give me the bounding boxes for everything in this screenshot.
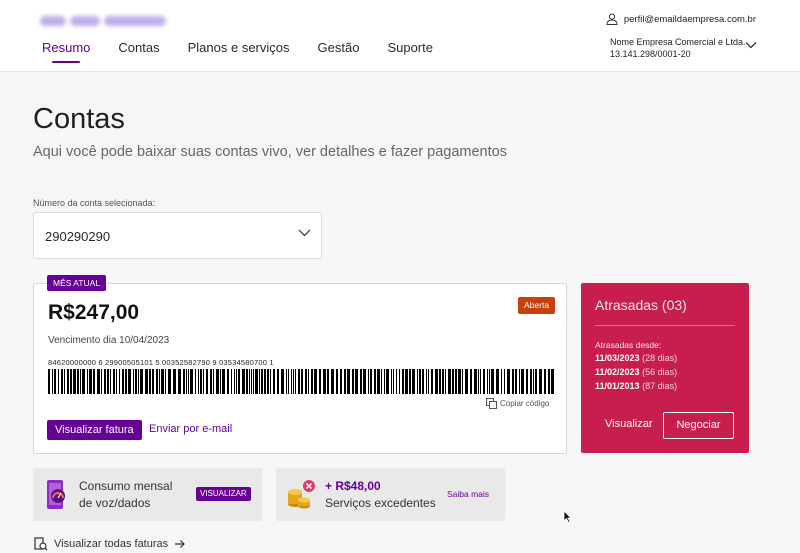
barcode-image [48, 369, 554, 394]
negotiate-button[interactable]: Negociar [663, 412, 734, 439]
overdue-card: Atrasadas (03) Atrasadas desde: 11/03/20… [581, 283, 749, 453]
view-invoice-button[interactable]: Visualizar fatura [47, 420, 142, 440]
overdue-days: (28 dias) [642, 353, 678, 363]
company-name: Nome Empresa Comercial e Ltda. [610, 37, 746, 47]
mouse-cursor-icon [563, 510, 572, 523]
account-select-label: Número da conta selecionada: [33, 198, 156, 208]
view-usage-button[interactable]: VISUALIZAR [196, 487, 251, 501]
top-header: perfil@emaildaempresa.com.br Resumo Cont… [0, 0, 800, 72]
view-all-invoices-label: Visualizar todas faturas [54, 538, 169, 550]
usage-title-line2: de voz/dados [79, 496, 151, 510]
user-icon [606, 13, 618, 25]
overdue-date: 11/02/2023 [595, 367, 640, 377]
chevron-down-icon[interactable] [745, 41, 757, 49]
nav-item-suporte[interactable]: Suporte [387, 40, 433, 63]
extra-amount: + R$48,00 [325, 479, 381, 493]
overdue-days: (87 dias) [642, 381, 678, 391]
learn-more-link[interactable]: Saiba mais [447, 489, 489, 499]
nav-item-planos[interactable]: Planos e serviços [188, 40, 290, 63]
overdue-date: 11/01/2013 [595, 381, 640, 391]
overdue-date: 11/03/2023 [595, 353, 640, 363]
coins-icon [288, 480, 315, 509]
nav-item-resumo[interactable]: Resumo [42, 40, 90, 63]
view-all-invoices-link[interactable]: Visualizar todas faturas [34, 537, 186, 551]
company-selector[interactable]: Nome Empresa Comercial e Ltda. 13.141.29… [610, 36, 746, 60]
main-nav: Resumo Contas Planos e serviços Gestão S… [42, 40, 433, 63]
nav-item-gestao[interactable]: Gestão [318, 40, 360, 63]
invoice-search-icon [34, 537, 48, 551]
barcode-number: 84620000000 6 29900505101 5 00352582790 … [48, 358, 274, 367]
divider [595, 325, 735, 326]
bill-due-date: Vencimento dia 10/04/2023 [48, 335, 170, 346]
usage-tile[interactable]: Consumo mensal de voz/dados VISUALIZAR [33, 468, 262, 521]
overdue-item: 11/01/2013 (87 dias) [595, 381, 677, 391]
overdue-title: Atrasadas (03) [595, 297, 687, 313]
extra-services-tile[interactable]: + R$48,00 Serviços excedentes Saiba mais [276, 468, 505, 521]
brand-logo[interactable] [40, 13, 180, 27]
extra-label: Serviços excedentes [325, 496, 436, 510]
bill-amount: R$247,00 [48, 301, 140, 324]
overdue-item: 11/02/2023 (56 dias) [595, 367, 677, 377]
status-badge: Aberta [518, 297, 556, 314]
user-profile[interactable]: perfil@emaildaempresa.com.br [606, 13, 756, 25]
user-email: perfil@emaildaempresa.com.br [623, 13, 756, 25]
company-cnpj: 13.141.298/0001-20 [610, 49, 691, 59]
current-month-badge: MÊS ATUAL [47, 275, 107, 291]
overdue-since-label: Atrasadas desde: [595, 340, 662, 350]
account-select-value: 290290290 [45, 229, 111, 244]
arrow-right-icon [175, 540, 185, 548]
overdue-view-button[interactable]: Visualizar [605, 418, 653, 430]
copy-code-label: Copiar código [500, 399, 550, 408]
page-subtitle: Aqui você pode baixar suas contas vivo, … [33, 144, 507, 160]
copy-icon [486, 398, 497, 409]
overdue-days: (56 dias) [642, 367, 678, 377]
usage-title-line1: Consumo mensal [79, 479, 173, 493]
page-title: Contas [33, 103, 125, 135]
current-bill-card: R$247,00 Aberta Vencimento dia 10/04/202… [33, 283, 567, 454]
send-email-link[interactable]: Enviar por e-mail [149, 423, 232, 435]
copy-code-button[interactable]: Copiar código [486, 398, 549, 409]
phone-speedometer-icon [47, 480, 65, 509]
overdue-item: 11/03/2023 (28 dias) [595, 353, 677, 363]
nav-item-contas[interactable]: Contas [118, 40, 159, 63]
account-select[interactable]: 290290290 [33, 212, 322, 259]
chevron-down-icon [298, 229, 311, 237]
